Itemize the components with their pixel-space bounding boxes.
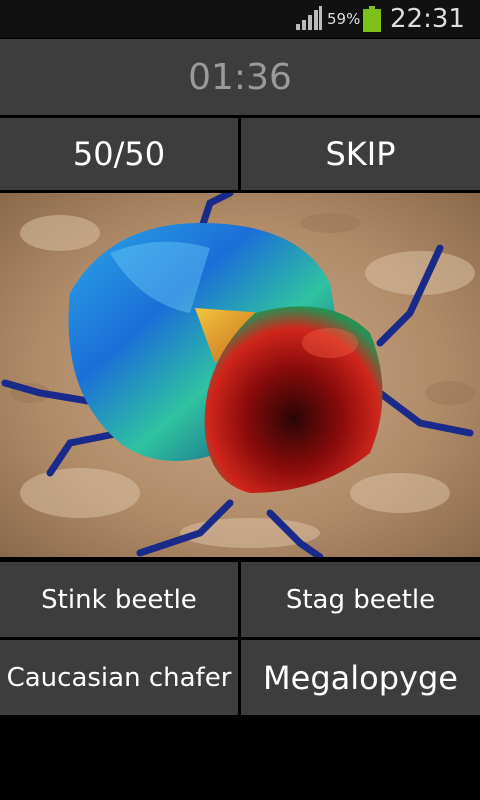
status-time: 22:31 (390, 4, 465, 34)
answer-option-4[interactable]: Megalopyge (241, 640, 480, 715)
status-bar: 59% 22:31 (0, 0, 480, 38)
answer-option-3[interactable]: Caucasian chafer (0, 640, 238, 715)
countdown-timer: 01:36 (188, 56, 292, 98)
fifty-fifty-button[interactable]: 50/50 (0, 118, 238, 190)
signal-icon (296, 6, 322, 30)
answer-option-1[interactable]: Stink beetle (0, 562, 238, 637)
battery-percent: 59% (327, 10, 361, 28)
beetle-photo (0, 193, 480, 557)
timer-bar: 01:36 (0, 39, 480, 115)
answer-option-2[interactable]: Stag beetle (241, 562, 480, 637)
battery-icon (363, 6, 381, 32)
skip-button[interactable]: SKIP (241, 118, 480, 190)
